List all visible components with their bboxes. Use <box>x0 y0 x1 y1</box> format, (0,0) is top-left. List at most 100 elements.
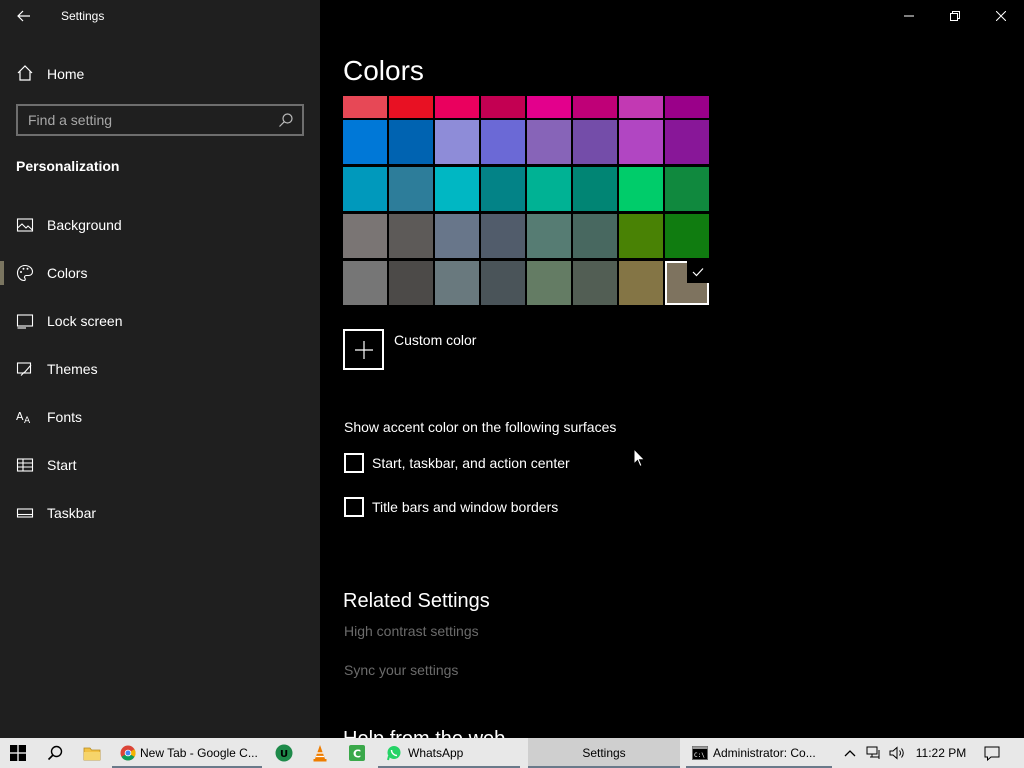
taskbar-label: Settings <box>582 746 626 760</box>
home-nav-item[interactable]: Home <box>0 56 320 90</box>
color-swatch[interactable] <box>665 214 709 258</box>
home-label: Home <box>47 66 85 82</box>
color-swatch[interactable] <box>435 167 479 211</box>
color-swatch[interactable] <box>527 120 571 164</box>
minimize-icon <box>904 15 914 17</box>
checkmark-icon <box>687 261 709 283</box>
color-swatch[interactable] <box>573 261 617 305</box>
color-swatch[interactable] <box>573 96 617 118</box>
color-swatch[interactable] <box>619 120 663 164</box>
color-swatch[interactable] <box>389 261 433 305</box>
color-swatch[interactable] <box>665 261 709 305</box>
checkbox-label: Title bars and window borders <box>372 499 559 515</box>
sidebar-item-label: Start <box>47 457 77 473</box>
color-swatch[interactable] <box>619 96 663 118</box>
color-swatch[interactable] <box>481 120 525 164</box>
page-title: Colors <box>343 55 424 86</box>
minimize-button[interactable] <box>886 0 932 32</box>
color-swatch[interactable] <box>481 167 525 211</box>
color-swatch[interactable] <box>389 167 433 211</box>
search-icon[interactable] <box>278 112 294 128</box>
sidebar-item-background[interactable]: Background <box>0 205 320 245</box>
sidebar-item-start[interactable]: Start <box>0 445 320 485</box>
color-swatch[interactable] <box>389 120 433 164</box>
checkbox-label: Start, taskbar, and action center <box>372 455 570 471</box>
search-input[interactable] <box>18 112 273 128</box>
clock[interactable]: 11:22 PM <box>910 738 972 768</box>
taskbar-chrome[interactable]: New Tab - Google C... <box>112 738 262 768</box>
taskbar-whatsapp[interactable]: WhatsApp <box>378 738 520 768</box>
color-swatch[interactable] <box>527 167 571 211</box>
action-center-button[interactable] <box>978 738 1006 768</box>
color-swatch[interactable] <box>481 96 525 118</box>
color-swatch[interactable] <box>619 167 663 211</box>
sidebar-item-label: Taskbar <box>47 505 97 521</box>
custom-color-button[interactable] <box>343 329 384 370</box>
back-arrow-icon <box>17 10 30 22</box>
color-swatch[interactable] <box>665 167 709 211</box>
color-swatch[interactable] <box>573 214 617 258</box>
color-swatch[interactable] <box>343 120 387 164</box>
taskbar-app-c[interactable]: C <box>342 738 372 768</box>
sync-settings-link[interactable]: Sync your settings <box>344 662 458 678</box>
checkbox-box[interactable] <box>344 453 364 473</box>
color-swatch[interactable] <box>435 96 479 118</box>
custom-color-label[interactable]: Custom color <box>394 332 476 348</box>
taskbar-app-u[interactable]: U <box>270 738 298 768</box>
color-swatch[interactable] <box>481 214 525 258</box>
sidebar-item-fonts[interactable]: AA Fonts <box>0 397 320 437</box>
color-swatch[interactable] <box>435 120 479 164</box>
color-swatch[interactable] <box>435 261 479 305</box>
close-button[interactable] <box>978 0 1024 32</box>
color-swatch[interactable] <box>665 96 709 118</box>
color-swatch[interactable] <box>527 261 571 305</box>
color-swatch[interactable] <box>343 96 387 118</box>
network-button[interactable] <box>862 738 886 768</box>
color-swatch[interactable] <box>343 214 387 258</box>
sidebar-item-label: Fonts <box>47 409 83 425</box>
taskbar-vlc[interactable] <box>306 738 334 768</box>
taskbar-label: New Tab - Google C... <box>140 746 258 760</box>
sidebar-item-colors[interactable]: Colors <box>0 253 320 293</box>
color-swatch[interactable] <box>573 167 617 211</box>
sidebar-item-label: Colors <box>47 265 88 281</box>
mouse-cursor-icon <box>633 448 646 468</box>
color-swatch[interactable] <box>435 214 479 258</box>
sidebar-item-themes[interactable]: Themes <box>0 349 320 389</box>
color-swatch[interactable] <box>527 96 571 118</box>
color-swatch[interactable] <box>527 214 571 258</box>
taskbar-settings[interactable]: Settings <box>528 738 680 768</box>
file-explorer-button[interactable] <box>76 738 108 768</box>
lock-screen-icon <box>16 314 34 329</box>
u-app-icon: U <box>275 744 293 762</box>
sidebar-item-taskbar[interactable]: Taskbar <box>0 493 320 533</box>
show-hidden-icons-button[interactable] <box>840 738 860 768</box>
start-button[interactable] <box>0 738 36 768</box>
taskbar-cmd[interactable]: C:\ Administrator: Co... <box>686 738 832 768</box>
brush-icon <box>16 362 32 376</box>
surfaces-label: Show accent color on the following surfa… <box>344 419 617 435</box>
checkbox-box[interactable] <box>344 497 364 517</box>
sidebar-item-label: Lock screen <box>47 313 123 329</box>
restore-button[interactable] <box>932 0 978 32</box>
chevron-up-icon <box>844 750 856 757</box>
color-swatch[interactable] <box>389 214 433 258</box>
taskbar-search-button[interactable] <box>38 738 72 768</box>
notification-icon <box>984 746 1000 761</box>
color-swatch[interactable] <box>343 167 387 211</box>
color-swatch-grid <box>343 96 711 308</box>
color-swatch[interactable] <box>481 261 525 305</box>
color-swatch[interactable] <box>389 96 433 118</box>
back-button[interactable] <box>8 2 40 30</box>
search-box[interactable] <box>16 104 304 136</box>
color-swatch[interactable] <box>343 261 387 305</box>
high-contrast-link[interactable]: High contrast settings <box>344 623 479 639</box>
volume-button[interactable] <box>886 738 910 768</box>
sidebar-item-lock-screen[interactable]: Lock screen <box>0 301 320 341</box>
color-swatch[interactable] <box>665 120 709 164</box>
home-icon <box>17 65 33 81</box>
chrome-icon <box>120 745 136 761</box>
color-swatch[interactable] <box>619 261 663 305</box>
color-swatch[interactable] <box>619 214 663 258</box>
color-swatch[interactable] <box>573 120 617 164</box>
